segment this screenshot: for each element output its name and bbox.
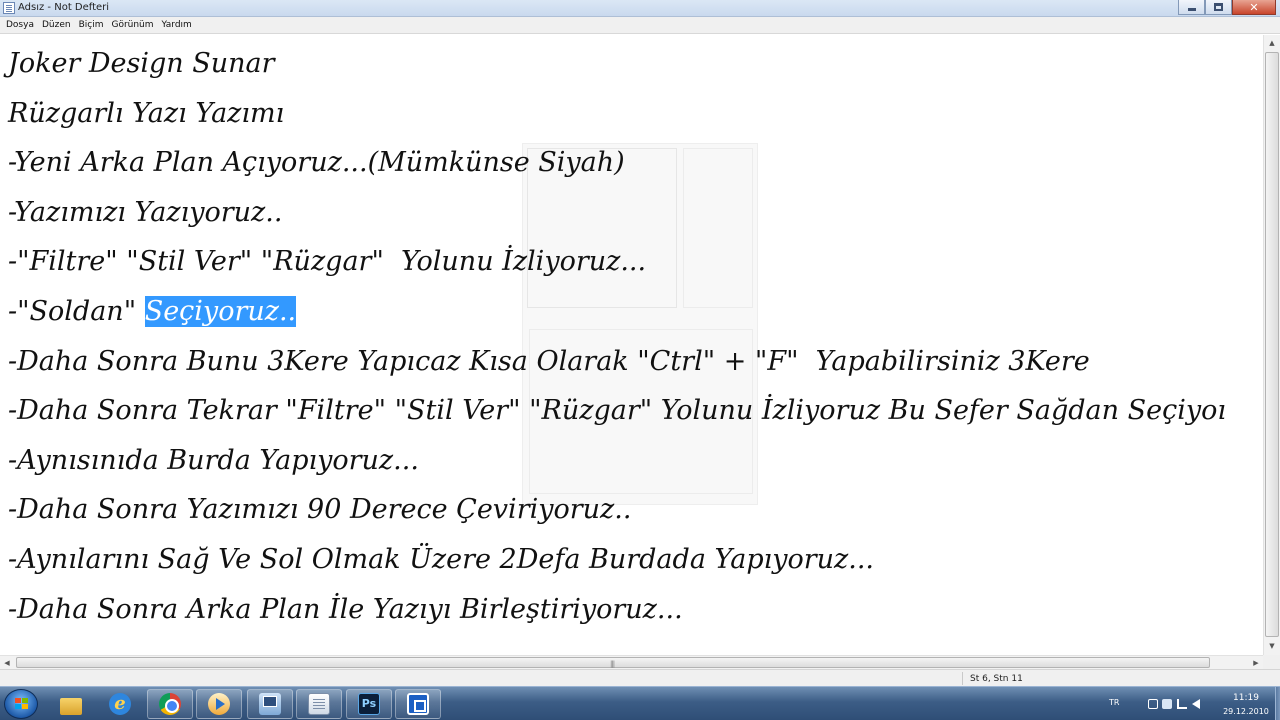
horizontal-scrollbar[interactable]: ◀ ||| ▶ — [0, 655, 1263, 669]
windows-logo-icon — [15, 698, 28, 710]
network-app-icon — [259, 693, 281, 715]
editor-line[interactable]: -Aynılarını Sağ Ve Sol Olmak Üzere 2Defa… — [8, 539, 1226, 589]
taskbar-item-chrome[interactable] — [147, 689, 193, 719]
network-icon[interactable] — [1177, 699, 1187, 709]
close-icon: ✕ — [1249, 0, 1259, 14]
clock-date[interactable]: 29.12.2010 — [1218, 707, 1274, 716]
menu-help[interactable]: Yardım — [158, 20, 196, 30]
editor-line[interactable]: -"Soldan" Seçiyoruz.. — [8, 291, 1226, 341]
show-desktop-button[interactable] — [1275, 687, 1280, 720]
menu-file[interactable]: Dosya — [2, 20, 38, 30]
flag-icon[interactable] — [1148, 699, 1158, 709]
editor-line[interactable]: -Aynısınıda Burda Yapıyoruz... — [8, 440, 1226, 490]
vertical-scrollbar[interactable]: ▲ ▼ — [1263, 35, 1280, 655]
editor-line-text: -"Soldan" — [8, 295, 145, 327]
action-center-icon[interactable] — [1162, 699, 1172, 709]
scroll-right-icon[interactable]: ▶ — [1249, 656, 1263, 670]
scroll-left-icon[interactable]: ◀ — [0, 656, 14, 670]
menu-view[interactable]: Görünüm — [107, 20, 157, 30]
menu-format[interactable]: Biçim — [75, 20, 108, 30]
taskbar-item-notepad[interactable] — [296, 689, 342, 719]
editor-lines: Joker Design Sunar Rüzgarlı Yazı Yazımı … — [8, 43, 1226, 638]
horizontal-scroll-thumb[interactable]: ||| — [16, 657, 1210, 668]
taskbar-item-network[interactable] — [247, 689, 293, 719]
clock-time[interactable]: 11:19 — [1218, 693, 1274, 703]
editor-line[interactable]: -Yeni Arka Plan Açıyoruz...(Mümkünse Siy… — [8, 142, 1226, 192]
editor-line[interactable]: Joker Design Sunar — [8, 43, 1226, 93]
taskbar-item-explorer[interactable] — [48, 689, 94, 719]
scroll-down-icon[interactable]: ▼ — [1264, 638, 1280, 654]
menu-edit[interactable]: Düzen — [38, 20, 75, 30]
status-divider — [962, 672, 963, 685]
scroll-up-icon[interactable]: ▲ — [1264, 35, 1280, 51]
grip-icon: ||| — [610, 660, 615, 668]
taskbar: e Ps TR 11:19 29.12.2010 — [0, 686, 1280, 720]
title-bar: Adsız - Not Defteri ✕ — [0, 0, 1280, 17]
window-title: Adsız - Not Defteri — [18, 2, 110, 13]
volume-icon[interactable] — [1192, 699, 1200, 709]
editor-line[interactable]: -Yazımızı Yazıyoruz.. — [8, 192, 1226, 242]
notepad-app-icon[interactable] — [3, 2, 15, 14]
selected-text[interactable]: Seçiyoruz.. — [144, 295, 297, 327]
taskbar-item-media[interactable] — [196, 689, 242, 719]
restore-icon — [1214, 3, 1223, 11]
editor-line[interactable]: -Daha Sonra Tekrar "Filtre" "Stil Ver" "… — [8, 390, 1226, 440]
minimize-button[interactable] — [1178, 0, 1205, 15]
notepad-icon — [308, 693, 330, 715]
media-player-icon — [208, 693, 230, 715]
window-controls: ✕ — [1178, 0, 1276, 15]
internet-explorer-icon: e — [109, 693, 131, 715]
vertical-scroll-thumb[interactable] — [1265, 52, 1279, 637]
editor-line[interactable]: -Daha Sonra Yazımızı 90 Derece Çeviriyor… — [8, 489, 1226, 539]
photoshop-icon: Ps — [358, 693, 380, 715]
chrome-icon — [159, 693, 181, 715]
editor-line[interactable]: Rüzgarlı Yazı Yazımı — [8, 93, 1226, 143]
editor-line[interactable]: -Daha Sonra Arka Plan İle Yazıyı Birleşt… — [8, 589, 1226, 639]
minimize-icon — [1187, 8, 1196, 11]
language-indicator[interactable]: TR — [1109, 698, 1119, 707]
menu-bar: Dosya Düzen Biçim Görünüm Yardım — [0, 17, 1280, 34]
start-button[interactable] — [4, 689, 38, 719]
blue-app-icon — [407, 693, 429, 715]
cursor-position: St 6, Stn 11 — [970, 674, 1023, 684]
taskbar-item-blue-app[interactable] — [395, 689, 441, 719]
scrollbar-corner — [1263, 655, 1280, 669]
close-button[interactable]: ✕ — [1232, 0, 1276, 15]
taskbar-item-ie[interactable]: e — [97, 689, 143, 719]
editor-line[interactable]: -Daha Sonra Bunu 3Kere Yapıcaz Kısa Olar… — [8, 341, 1226, 391]
taskbar-item-photoshop[interactable]: Ps — [346, 689, 392, 719]
folder-icon — [60, 697, 82, 715]
status-bar: St 6, Stn 11 — [0, 669, 1280, 686]
text-editor[interactable]: Joker Design Sunar Rüzgarlı Yazı Yazımı … — [0, 35, 1263, 655]
maximize-button[interactable] — [1205, 0, 1232, 15]
editor-line[interactable]: -"Filtre" "Stil Ver" "Rüzgar" Yolunu İzl… — [8, 241, 1226, 291]
